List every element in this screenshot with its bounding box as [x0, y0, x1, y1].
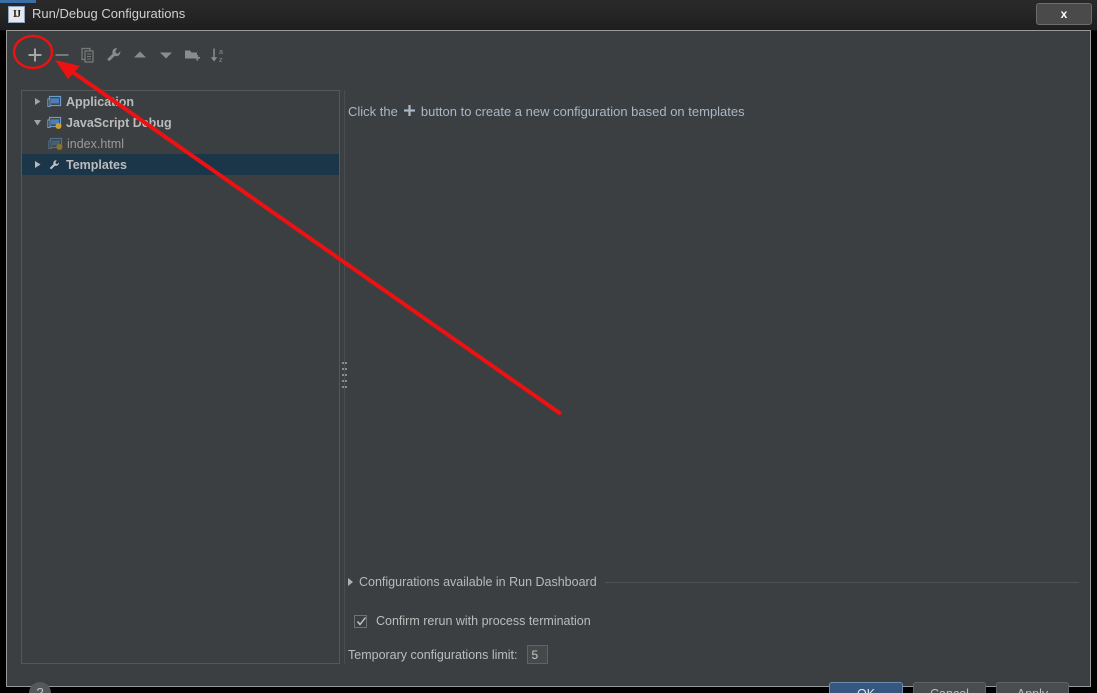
cancel-button[interactable]: Cancel: [913, 682, 986, 693]
copy-configuration-button[interactable]: [78, 45, 98, 65]
sort-configurations-button[interactable]: a z: [208, 45, 228, 65]
tree-item-label: Application: [66, 94, 135, 109]
splitter-grip[interactable]: [342, 362, 347, 393]
edit-templates-button[interactable]: [104, 45, 124, 65]
tree-item-label: JavaScript Debug: [66, 115, 172, 130]
intellij-app-icon: IJ: [8, 6, 25, 23]
confirm-rerun-checkbox-row[interactable]: Confirm rerun with process termination: [354, 614, 591, 628]
temporary-limit-input[interactable]: [526, 645, 548, 664]
tree-item-application[interactable]: Application: [22, 91, 339, 112]
wrench-icon: [107, 48, 121, 62]
tree-item-label: Templates: [66, 157, 127, 172]
temporary-limit-label: Temporary configurations limit:: [348, 647, 518, 662]
hint-suffix: button to create a new configuration bas…: [420, 103, 745, 119]
chevron-right-icon[interactable]: [348, 578, 353, 586]
expander-expanded-icon[interactable]: [29, 117, 45, 129]
tree-item-index-html[interactable]: index.html: [22, 133, 339, 154]
svg-text:a: a: [219, 49, 223, 56]
tree-item-label: index.html: [67, 136, 124, 151]
copy-icon: [81, 47, 94, 63]
folder-add-icon: [185, 50, 200, 61]
move-down-button[interactable]: [156, 45, 176, 65]
wrench-icon: [45, 157, 63, 173]
svg-text:z: z: [219, 57, 223, 64]
intellij-app-icon-label: IJ: [13, 9, 21, 20]
close-window-button[interactable]: x: [1036, 3, 1092, 25]
js-debug-icon: [46, 136, 64, 152]
ok-button[interactable]: OK: [829, 682, 903, 693]
run-config-icon: [45, 94, 63, 110]
configurations-tree[interactable]: Application JavaScript Debug index.html …: [21, 90, 340, 664]
hint-prefix: Click the: [348, 103, 398, 119]
apply-button[interactable]: Apply: [996, 682, 1069, 693]
tree-item-javascript-debug[interactable]: JavaScript Debug: [22, 112, 339, 133]
confirm-rerun-checkbox[interactable]: [354, 614, 367, 628]
sort-az-icon: a z: [210, 48, 223, 64]
move-up-button[interactable]: [130, 45, 150, 65]
plus-icon: [403, 104, 416, 120]
create-folder-button[interactable]: [182, 45, 202, 65]
titlebar-accent: [0, 0, 36, 3]
screenshot-root: IJ Run/Debug Configurations x a z Applic…: [0, 0, 1097, 693]
section-divider: [604, 582, 1079, 583]
expander-collapsed-icon[interactable]: [29, 159, 45, 171]
empty-state-hint: Click the button to create a new configu…: [348, 103, 745, 119]
checkmark-icon: [356, 616, 367, 626]
temporary-limit-row: Temporary configurations limit:: [348, 645, 548, 664]
run-debug-configurations-dialog: a z Application JavaScript Debug index.h…: [6, 30, 1091, 693]
minus-icon: [55, 54, 69, 56]
add-configuration-button[interactable]: [25, 45, 45, 65]
panel-splitter[interactable]: [341, 90, 348, 664]
expander-collapsed-icon[interactable]: [29, 96, 45, 108]
arrow-down-icon: [160, 52, 172, 59]
plus-icon: [28, 48, 42, 62]
arrow-up-icon: [134, 51, 146, 58]
remove-configuration-button[interactable]: [52, 45, 72, 65]
window-title: Run/Debug Configurations: [32, 6, 186, 21]
confirm-rerun-label: Confirm rerun with process termination: [376, 614, 591, 628]
help-button[interactable]: ?: [29, 682, 51, 693]
tree-item-templates[interactable]: Templates: [22, 154, 339, 175]
configurations-toolbar: a z: [19, 41, 339, 69]
run-dashboard-label: Configurations available in Run Dashboar…: [359, 575, 597, 589]
configuration-details-panel: Click the button to create a new configu…: [348, 90, 1079, 664]
run-dashboard-collapsible[interactable]: Configurations available in Run Dashboar…: [348, 574, 1079, 590]
js-debug-icon: [45, 115, 63, 131]
window-titlebar: IJ Run/Debug Configurations x: [0, 0, 1097, 31]
